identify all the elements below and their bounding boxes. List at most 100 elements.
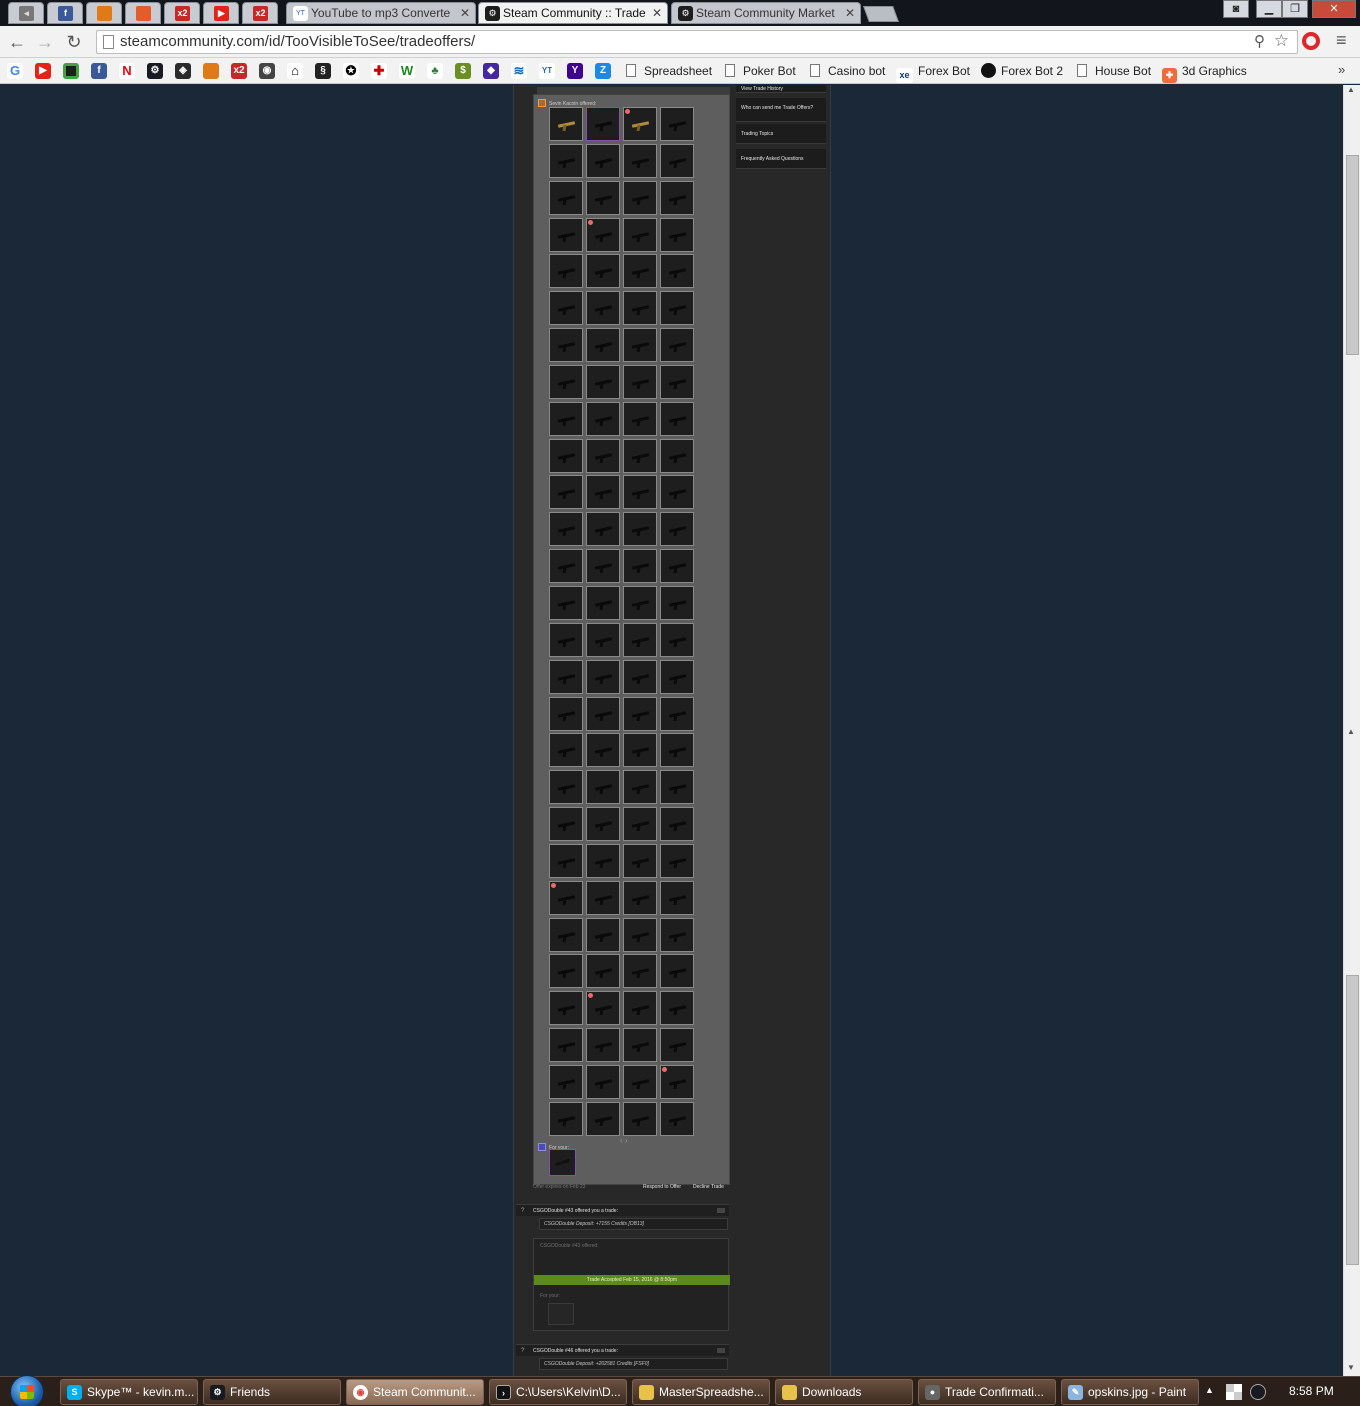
item-slot[interactable] (660, 512, 694, 547)
leaf-icon[interactable]: ♣ (427, 63, 443, 79)
item-slot[interactable] (660, 364, 694, 399)
item-slot[interactable] (586, 328, 620, 363)
tab-pinned-4[interactable] (125, 2, 161, 24)
item-slot[interactable] (586, 512, 620, 547)
decline-trade-link[interactable]: Decline Trade (693, 1184, 724, 1190)
item-slot[interactable] (623, 733, 657, 768)
money-icon[interactable]: $ (455, 63, 471, 79)
item-slot[interactable] (623, 843, 657, 878)
more-bookmarks-icon[interactable]: » (1338, 62, 1345, 77)
item-slot[interactable] (660, 843, 694, 878)
item-slot[interactable] (660, 328, 694, 363)
item-slot[interactable] (549, 217, 583, 252)
item-slot[interactable] (660, 475, 694, 510)
item-slot[interactable] (586, 770, 620, 805)
item-slot[interactable] (586, 107, 620, 141)
show-hidden-icons[interactable]: ▲ (1205, 1385, 1214, 1395)
item-slot[interactable] (623, 696, 657, 731)
windows-tray-icon[interactable] (1226, 1384, 1242, 1400)
item-slot[interactable] (660, 659, 694, 694)
bookmark-star-icon[interactable]: ☆ (1274, 31, 1289, 51)
item-slot[interactable] (623, 401, 657, 436)
item-slot[interactable] (660, 880, 694, 915)
item-slot[interactable] (660, 291, 694, 326)
avatar-placeholder[interactable]: ? (521, 1205, 524, 1217)
item-slot[interactable] (586, 807, 620, 842)
item-slot[interactable] (549, 364, 583, 399)
tab-pinned-6[interactable]: ▶ (203, 2, 239, 24)
faq-link[interactable]: Frequently Asked Questions (736, 149, 826, 169)
item-slot[interactable] (549, 107, 583, 141)
item-slot[interactable] (660, 217, 694, 252)
item-slot[interactable] (660, 549, 694, 584)
item-slot[interactable] (586, 1028, 620, 1063)
item-slot[interactable] (586, 585, 620, 620)
start-button[interactable] (10, 1375, 44, 1406)
steam-tray-icon[interactable] (1250, 1384, 1266, 1400)
bookmark-spreadsheet[interactable]: Spreadsheet (626, 62, 712, 80)
item-slot[interactable] (549, 1064, 583, 1099)
youtube-icon[interactable]: ▶ (35, 63, 51, 79)
yt-mp3-icon[interactable]: YT (539, 63, 555, 79)
items-pager[interactable]: ‹ › (620, 1136, 628, 1145)
swirl-icon[interactable]: § (315, 63, 331, 79)
tab-pinned-1[interactable]: ◂ (8, 2, 44, 24)
item-slot[interactable] (623, 438, 657, 473)
item-slot[interactable] (586, 622, 620, 657)
item-slot[interactable] (660, 401, 694, 436)
item-slot[interactable] (586, 991, 620, 1026)
bookmark-forex-bot[interactable]: xe Forex Bot (896, 62, 970, 83)
item-slot[interactable] (549, 143, 583, 178)
item-slot[interactable] (586, 364, 620, 399)
item-slot[interactable] (586, 438, 620, 473)
item-slot[interactable] (549, 733, 583, 768)
tab-pinned-5[interactable]: x2 (164, 2, 200, 24)
yahoo-icon[interactable]: Y (567, 63, 583, 79)
item-slot[interactable] (660, 991, 694, 1026)
item-slot[interactable] (586, 217, 620, 252)
taskbar-paint[interactable]: ✎ opskins.jpg - Paint (1061, 1379, 1199, 1405)
tab-steam-trade[interactable]: ⚙ Steam Community :: Trade ✕ (478, 2, 668, 24)
opera-extension-icon[interactable] (1302, 32, 1320, 50)
item-slot[interactable] (586, 143, 620, 178)
item-slot[interactable] (660, 585, 694, 620)
item-slot[interactable] (623, 585, 657, 620)
item-slot[interactable] (660, 143, 694, 178)
item-slot[interactable] (660, 917, 694, 952)
bookmark-casino-bot[interactable]: Casino bot (810, 62, 885, 80)
item-slot[interactable] (660, 807, 694, 842)
item-slot[interactable] (623, 364, 657, 399)
tab-pinned-7[interactable]: x2 (242, 2, 278, 24)
item-slot[interactable] (660, 733, 694, 768)
item-slot[interactable] (660, 1064, 694, 1099)
item-slot[interactable] (623, 475, 657, 510)
scroll-down-icon[interactable]: ▼ (1347, 1363, 1355, 1372)
minimize-icon[interactable] (717, 1348, 725, 1353)
taskbar-skype[interactable]: S Skype™ - kevin.m... (60, 1379, 198, 1405)
x2-icon[interactable]: x2 (231, 63, 247, 79)
item-slot[interactable] (623, 143, 657, 178)
item-slot[interactable] (549, 880, 583, 915)
view-trade-history-link[interactable]: View Trade History (736, 85, 826, 93)
item-slot[interactable] (586, 1101, 620, 1136)
tab-pinned-3[interactable] (86, 2, 122, 24)
item-slot[interactable] (586, 880, 620, 915)
forward-icon[interactable]: → (34, 31, 56, 53)
item-slot[interactable] (586, 1064, 620, 1099)
item-slot[interactable] (660, 954, 694, 989)
item-slot[interactable] (549, 475, 583, 510)
item-slot[interactable] (549, 254, 583, 289)
your-item-slot[interactable] (549, 1149, 576, 1176)
item-slot[interactable] (586, 549, 620, 584)
item-slot[interactable] (549, 917, 583, 952)
item-slot[interactable] (549, 291, 583, 326)
item-slot[interactable] (623, 807, 657, 842)
reload-icon[interactable]: ↻ (63, 31, 85, 53)
item-slot[interactable] (623, 180, 657, 215)
item-slot[interactable] (549, 659, 583, 694)
item-slot[interactable] (623, 549, 657, 584)
avatar-placeholder[interactable]: ? (521, 1345, 524, 1357)
item-slot[interactable] (623, 622, 657, 657)
w-icon[interactable]: W (399, 63, 415, 79)
item-slot[interactable] (549, 401, 583, 436)
